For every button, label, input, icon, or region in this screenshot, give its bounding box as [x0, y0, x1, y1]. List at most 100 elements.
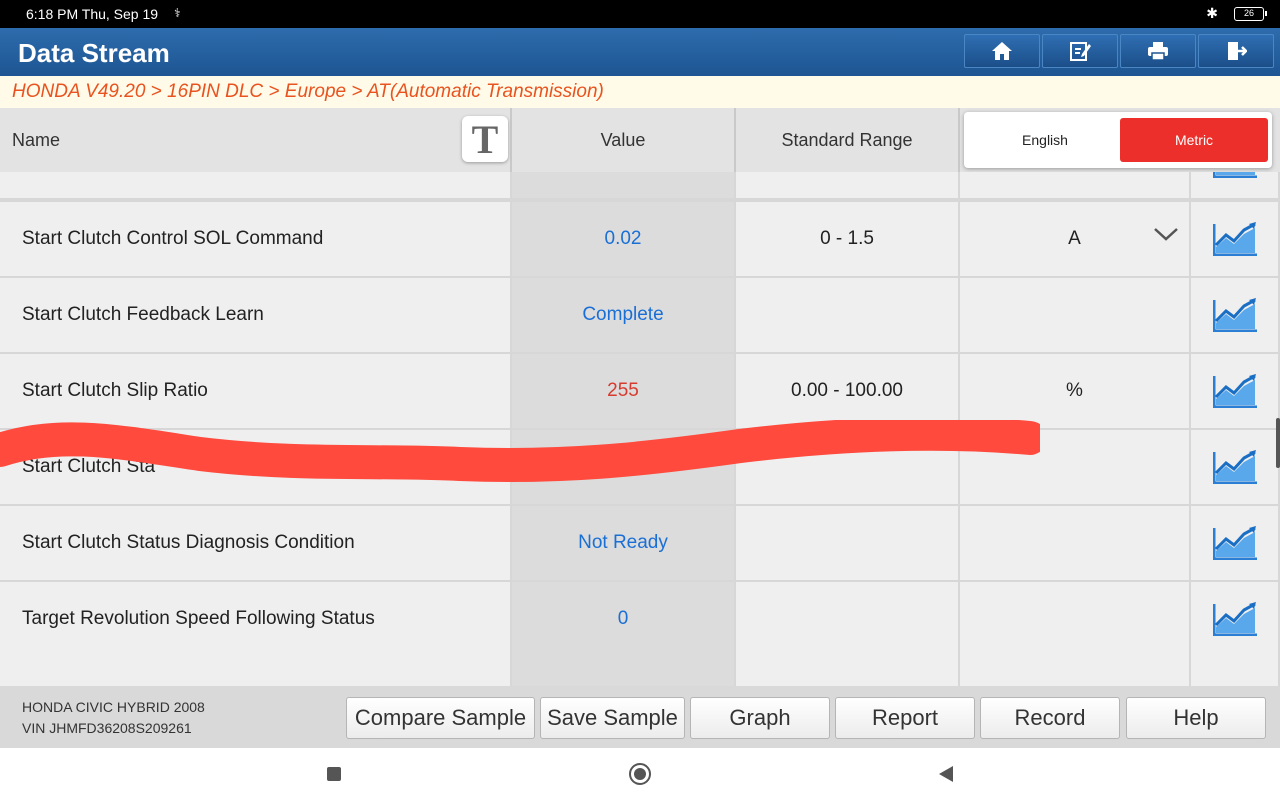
table-row[interactable]: Start Clutch Sta [0, 430, 1280, 504]
text-size-icon: T [471, 116, 499, 162]
row-value: Not Ready [512, 506, 734, 580]
column-header-name-label: Name [12, 129, 61, 150]
graph-button[interactable] [1191, 278, 1278, 352]
edit-note-icon [1070, 42, 1091, 61]
graph-button[interactable] [1191, 354, 1278, 428]
row-standard-range [736, 506, 958, 580]
exit-icon [1228, 42, 1247, 60]
row-unit [960, 582, 1189, 656]
edit-button[interactable] [1042, 34, 1118, 68]
row-standard-range: 0.00 - 100.00 [736, 354, 958, 428]
graph-button[interactable] [1191, 506, 1278, 580]
column-header-value: Value [512, 108, 736, 172]
print-icon [1148, 42, 1168, 61]
row-value: 0.02 [512, 202, 734, 276]
row-standard-range: 0 - 1.5 [736, 202, 958, 276]
row-unit-label: A [1068, 228, 1081, 249]
table-row[interactable]: Start Clutch Slip Ratio 255 0.00 - 100.00% [0, 354, 1280, 428]
data-stream-table[interactable]: Start Clutch Control SOL Command 0.02 0 - … [0, 172, 1280, 686]
table-row[interactable]: Start Clutch Status Diagnosis Condition N… [0, 506, 1280, 580]
unit-toggle: English Metric [964, 112, 1272, 168]
row-unit: % [960, 354, 1189, 428]
vehicle-info: HONDA CIVIC HYBRID 2008 VIN JHMFD36208S2… [22, 697, 205, 739]
system-nav-bar [0, 748, 1280, 800]
row-standard-range [736, 278, 958, 352]
column-header-range-label: Standard Range [781, 129, 913, 150]
table-row-partial-bottom [0, 656, 1280, 686]
page-title: Data Stream [18, 38, 170, 68]
bluetooth-icon: ✱ [1206, 5, 1218, 21]
chevron-down-icon[interactable] [1153, 226, 1179, 242]
row-unit-cell [960, 656, 1189, 686]
row-standard-range [736, 430, 958, 504]
home-circle-icon [629, 763, 651, 785]
record-button[interactable]: Record [980, 697, 1120, 739]
app-header: Data Stream [0, 28, 1280, 76]
status-time: 6:18 PM Thu, Sep 19 [26, 6, 159, 22]
graph-button[interactable] [1191, 656, 1278, 686]
table-row[interactable]: Start Clutch Feedback Learn Complete [0, 278, 1280, 352]
text-size-button[interactable]: T [462, 116, 508, 162]
table-row[interactable]: Target Revolution Speed Following Status… [0, 582, 1280, 656]
status-bar: 6:18 PM Thu, Sep 19 ⚕ ✱ 26 [0, 0, 1280, 28]
report-button[interactable]: Report [835, 697, 975, 739]
recents-button[interactable] [322, 762, 346, 786]
unit-english-button[interactable]: English [970, 118, 1120, 162]
row-value: 255 [512, 354, 734, 428]
graph-button[interactable] [1191, 430, 1278, 504]
row-unit-cell [960, 172, 1189, 198]
help-button[interactable]: Help [1126, 697, 1266, 739]
battery-icon: 26 [1234, 7, 1267, 21]
row-value: 0 [512, 582, 734, 656]
row-value-cell [512, 172, 734, 198]
save-sample-button[interactable]: Save Sample [540, 697, 685, 739]
compare-sample-button[interactable]: Compare Sample [346, 697, 535, 739]
home-button[interactable] [964, 34, 1040, 68]
trend-graph-icon [1212, 374, 1257, 408]
row-unit [960, 430, 1189, 504]
row-name: Target Revolution Speed Following Status [0, 582, 510, 656]
breadcrumb: HONDA V49.20 > 16PIN DLC > Europe > AT(A… [0, 76, 1280, 108]
trend-graph-icon [1212, 172, 1257, 178]
print-button[interactable] [1120, 34, 1196, 68]
column-header-value-label: Value [600, 129, 646, 150]
back-icon [939, 766, 953, 782]
table-scrollbar[interactable] [1276, 418, 1280, 468]
table-row-partial-top [0, 172, 1280, 198]
row-name: Start Clutch Sta [0, 430, 510, 504]
table-row[interactable]: Start Clutch Control SOL Command 0.02 0 - … [0, 202, 1280, 276]
column-header-range: Standard Range [736, 108, 960, 172]
row-value: Complete [512, 278, 734, 352]
row-unit [960, 506, 1189, 580]
trend-graph-icon [1212, 526, 1257, 560]
trend-graph-icon [1212, 450, 1257, 484]
row-name: Start Clutch Status Diagnosis Condition [0, 506, 510, 580]
row-range-cell [736, 656, 958, 686]
graph-button[interactable] [1191, 582, 1278, 656]
row-name: Start Clutch Feedback Learn [0, 278, 510, 352]
trend-graph-icon [1212, 222, 1257, 256]
graph-button[interactable] [1191, 172, 1278, 198]
footer-bar: HONDA CIVIC HYBRID 2008 VIN JHMFD36208S2… [0, 686, 1280, 748]
row-unit-label: % [1066, 380, 1083, 401]
row-name-cell [0, 172, 510, 198]
exit-button[interactable] [1198, 34, 1274, 68]
row-unit[interactable]: A [960, 202, 1189, 276]
graph-button[interactable] [1191, 202, 1278, 276]
row-value [512, 430, 734, 504]
row-range-cell [736, 172, 958, 198]
row-name: Start Clutch Slip Ratio [0, 354, 510, 428]
row-name-cell [0, 656, 510, 686]
home-nav-button[interactable] [628, 762, 652, 786]
recents-icon [327, 767, 341, 781]
home-icon [992, 42, 1012, 60]
row-unit [960, 278, 1189, 352]
vehicle-vin: VIN JHMFD36208S209261 [22, 720, 192, 736]
graph-footer-button[interactable]: Graph [690, 697, 830, 739]
back-button[interactable] [934, 762, 958, 786]
row-name: Start Clutch Control SOL Command [0, 202, 510, 276]
row-standard-range [736, 582, 958, 656]
usb-debug-icon: ⚕ [174, 6, 181, 20]
trend-graph-icon [1212, 298, 1257, 332]
unit-metric-button[interactable]: Metric [1120, 118, 1268, 162]
